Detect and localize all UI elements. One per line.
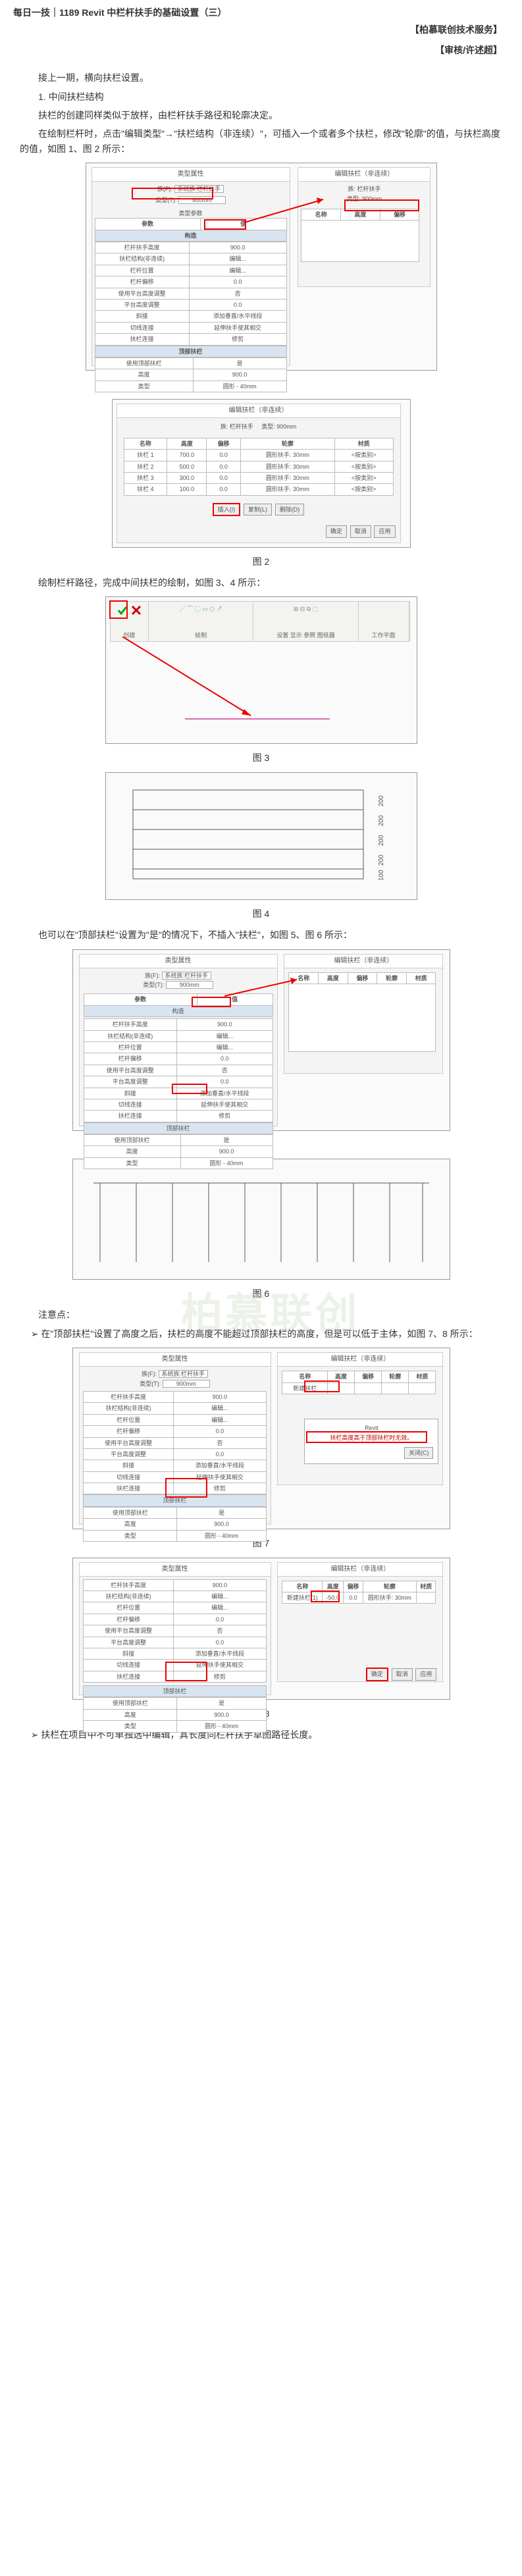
svg-text:200: 200 [378,835,385,846]
list-item-1: 1. 中间扶栏结构 [38,90,502,104]
note-1: ➢ 在"顶部扶栏"设置了高度之后，扶栏的高度不能超过顶部扶栏的高度，但是可以低于… [31,1327,502,1341]
delete-button[interactable]: 删除(D) [275,504,305,515]
figure-4-label: 图 4 [20,907,502,921]
figure-3: 创建 ／ ⌒ ◯ ▭ ⬠ ↗ 绘制 ⊞ ⊟ ⧉ ⬚ 设置 显示 参照 图纸器 工… [20,596,502,744]
ok-button[interactable]: 确定 [326,525,347,537]
paragraph-3: 绘制栏杆路径，完成中间扶栏的绘制，如图 3、4 所示： 柏慕联创 [20,575,502,590]
ok-button-2[interactable]: 确定 [366,1668,388,1681]
svg-text:200: 200 [378,795,385,806]
article-title: 每日一技｜1189 Revit 中栏杆扶手的基础设置（三） [0,0,522,20]
close-button[interactable]: 关闭(C) [404,1447,434,1459]
paragraph-1: 扶栏的创建同样类似于放样，由栏杆扶手路径和轮廓决定。 [20,108,502,122]
figure-6 [20,1159,502,1280]
duplicate-button[interactable]: 复制(L) [244,504,272,515]
figure-4: 200 200 200 200 100 [20,772,502,900]
figure-8: 类型属性 栏杆扶手高度900.0扶栏结构(非连续)编辑...栏杆位置编辑...栏… [20,1558,502,1700]
svg-text:200: 200 [378,815,385,826]
service-line: 【柏慕联创技术服务】 [0,20,522,39]
cancel-button[interactable]: 取消 [350,525,371,537]
figure-2: 编辑扶栏（非连续） 族: 栏杆扶手 类型: 900mm 名称高度偏移轮廓材质 扶… [20,399,502,548]
notes-heading: 注意点： 柏慕联创 [20,1307,502,1322]
intro-paragraph: 接上一期，横向扶栏设置。 [20,70,502,85]
svg-text:200: 200 [378,854,385,866]
dialog-title: 类型属性 [92,168,290,182]
dialog-title-2: 编辑扶栏（非连续） [298,168,430,182]
figure-6-label: 图 6 [20,1286,502,1301]
figure-3-label: 图 3 [20,750,502,765]
insert-button[interactable]: 插入(I) [213,503,241,516]
figure-7: 类型属性 族(F): 系统族:栏杆扶手 类型(T): 900mm 栏杆扶手高度9… [20,1348,502,1529]
svg-text:100: 100 [378,870,385,881]
paragraph-4: 也可以在"顶部扶栏"设置为"是"的情况下，不插入"扶栏"，如图 5、图 6 所示… [20,928,502,942]
paragraph-2: 在绘制栏杆时，点击"编辑类型"→"扶栏结构（非连续）"，可插入一个或者多个扶栏，… [20,126,502,156]
figure-2-label: 图 2 [20,554,502,569]
review-line: 【审核/许述超】 [0,40,522,60]
figure-1: 类型属性 族(F): 系统族:栏杆扶手 类型(T): 900mm 类型参数 参数… [20,163,502,371]
figure-5: 类型属性 族(F): 系统族:栏杆扶手 类型(T): 900mm 参数值 构造 … [20,949,502,1131]
dialog-title-fig2: 编辑扶栏（非连续） [117,404,400,418]
cancel-button-2[interactable]: 取消 [392,1668,413,1680]
apply-button[interactable]: 应用 [374,525,395,537]
apply-button-2[interactable]: 应用 [415,1668,436,1680]
